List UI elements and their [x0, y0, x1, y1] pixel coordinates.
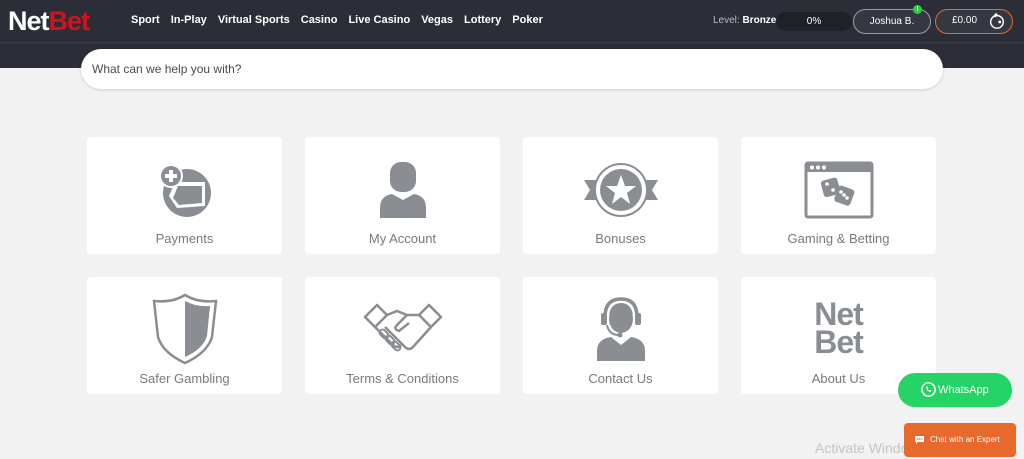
whatsapp-label: WhatsApp [938, 384, 989, 396]
help-search-input[interactable] [81, 49, 943, 89]
help-search-bar [81, 49, 943, 89]
card-label: Gaming & Betting [787, 231, 890, 246]
balance-button[interactable]: £0.00 [935, 9, 1013, 34]
card-label: Safer Gambling [139, 371, 230, 386]
card-safer-gambling[interactable]: Safer Gambling [87, 277, 282, 394]
netbet-logo-icon: Net Bet [814, 296, 864, 360]
nav-lottery[interactable]: Lottery [464, 14, 501, 26]
card-label: My Account [368, 231, 437, 246]
star-badge-icon [583, 163, 658, 217]
whatsapp-icon [921, 382, 936, 397]
wallet-icon [989, 12, 1005, 29]
headset-agent-icon [596, 297, 645, 361]
level-progress: 0% [776, 12, 852, 31]
main-nav: Sport In-Play Virtual Sports Casino Live… [131, 14, 554, 26]
nav-vegas[interactable]: Vegas [421, 14, 453, 26]
card-payments[interactable]: Payments [87, 137, 282, 254]
netbet-logo[interactable]: NetBet [8, 6, 90, 36]
card-my-account[interactable]: My Account [305, 137, 500, 254]
balance-value: £0.00 [952, 15, 978, 26]
nav-in-play[interactable]: In-Play [171, 14, 207, 26]
card-label: Payments [155, 231, 214, 246]
card-label: Contact Us [588, 371, 653, 386]
card-label: Terms & Conditions [346, 371, 459, 386]
card-terms-conditions[interactable]: Terms & Conditions [305, 277, 500, 394]
user-icon [379, 162, 426, 218]
shield-icon [152, 293, 217, 365]
nav-live-casino[interactable]: Live Casino [348, 14, 410, 26]
level-indicator: Level: Bronze [713, 15, 777, 26]
top-navigation-bar: NetBet Sport In-Play Virtual Sports Casi… [0, 0, 1024, 42]
card-bonuses[interactable]: Bonuses [523, 137, 718, 254]
payments-icon [158, 164, 211, 217]
card-gaming-betting[interactable]: Gaming & Betting [741, 137, 936, 254]
chat-bubble-icon [915, 436, 924, 444]
nav-sport[interactable]: Sport [131, 14, 160, 26]
nav-casino[interactable]: Casino [301, 14, 338, 26]
chat-expert-button[interactable]: Chat with an Expert [904, 423, 1016, 457]
nav-poker[interactable]: Poker [512, 14, 543, 26]
notification-badge[interactable]: ! [913, 5, 922, 14]
whatsapp-button[interactable]: WhatsApp [898, 373, 1012, 407]
chat-expert-label: Chat with an Expert [930, 435, 1000, 444]
dice-window-icon [804, 161, 873, 219]
handshake-icon [363, 303, 442, 352]
nav-virtual-sports[interactable]: Virtual Sports [218, 14, 290, 26]
card-contact-us[interactable]: Contact Us [523, 277, 718, 394]
card-label: Bonuses [595, 231, 646, 246]
